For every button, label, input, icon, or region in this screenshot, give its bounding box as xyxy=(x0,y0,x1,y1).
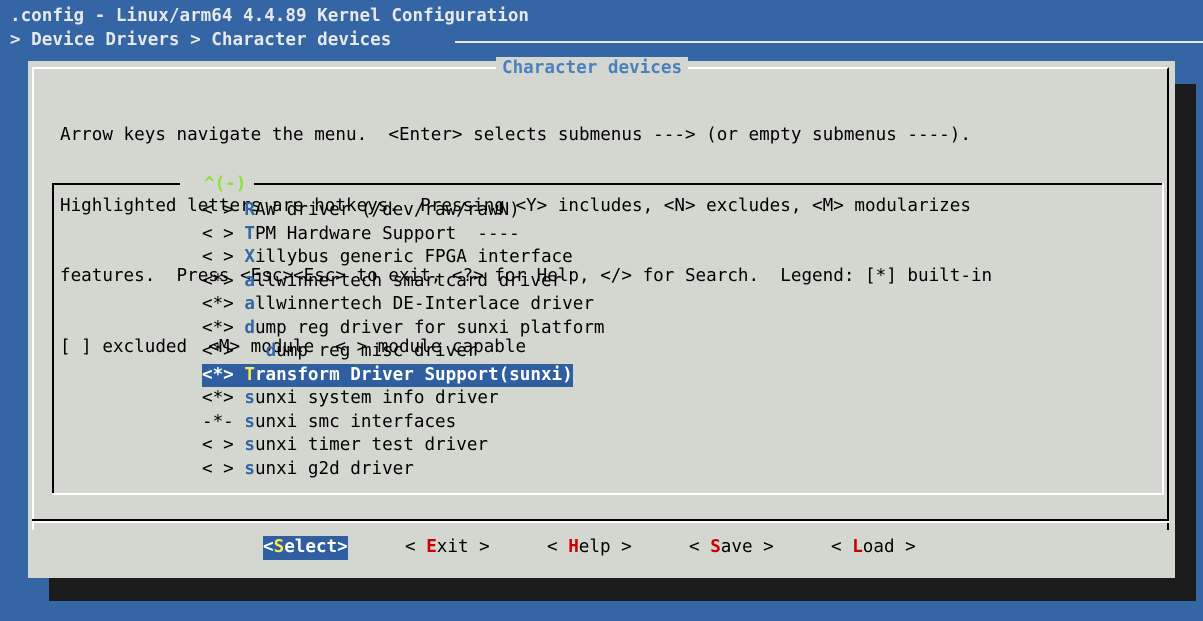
item-state: <*> xyxy=(202,388,245,408)
item-state: <*> xyxy=(202,294,245,314)
item-state: < > xyxy=(202,247,245,267)
item-hotkey: X xyxy=(244,247,255,267)
item-hotkey: s xyxy=(244,411,255,432)
save-button[interactable]: < Save > xyxy=(689,536,774,560)
list-border-left xyxy=(52,183,54,495)
item-label: illybus generic FPGA interface xyxy=(254,247,573,267)
item-label: llwinnertech smartcard driver xyxy=(254,270,563,291)
menu-item-dump-reg[interactable]: <*> dump reg driver for sunxi platform xyxy=(202,317,605,341)
item-state: <*> xyxy=(202,270,245,291)
item-hotkey: R xyxy=(244,200,255,220)
item-label: PM Hardware Support ---- xyxy=(254,223,520,244)
item-label: ransform Driver Support(sunxi) xyxy=(254,364,573,385)
button-hotkey: L xyxy=(852,537,863,557)
button-bracket: < xyxy=(689,537,711,557)
item-label: AW driver (/dev/raw/rawN) xyxy=(254,200,520,220)
item-state: -*- xyxy=(202,411,245,432)
item-label: ump reg misc driver xyxy=(276,341,478,361)
item-state: <*> xyxy=(202,317,245,338)
menu-item-tpm-hardware[interactable]: < > TPM Hardware Support ---- xyxy=(202,223,520,247)
button-bracket: < xyxy=(263,537,274,557)
button-hotkey: H xyxy=(568,537,579,557)
item-label: ump reg driver for sunxi platform xyxy=(254,317,605,338)
button-label: xit > xyxy=(436,537,490,557)
list-border-bottom xyxy=(52,493,1164,495)
item-hotkey: a xyxy=(244,270,255,291)
breadcrumb: > Device Drivers > Character devices xyxy=(10,30,392,50)
menu-item-smc-interfaces[interactable]: -*- sunxi smc interfaces xyxy=(202,411,456,435)
item-hotkey: s xyxy=(244,388,255,408)
window-title: .config - Linux/arm64 4.4.89 Kernel Conf… xyxy=(10,6,530,26)
breadcrumb-rule xyxy=(455,41,1203,43)
menu-item-timer-test[interactable]: < > sunxi timer test driver xyxy=(202,434,488,458)
item-state: < > xyxy=(202,223,245,244)
load-button[interactable]: < Load > xyxy=(831,536,916,560)
item-state: < > xyxy=(202,200,245,220)
button-bracket: < xyxy=(405,537,427,557)
scroll-up-indicator[interactable]: ^(-) xyxy=(204,173,247,197)
menu-item-dump-reg-misc[interactable]: <*> dump reg misc driver xyxy=(202,340,477,364)
menu-item-system-info[interactable]: <*> sunxi system info driver xyxy=(202,387,499,411)
list-border-top xyxy=(254,183,1164,185)
button-label: elect> xyxy=(284,537,348,557)
button-hotkey: E xyxy=(426,537,437,557)
button-label: elp > xyxy=(578,537,632,557)
item-hotkey: s xyxy=(244,435,255,455)
button-label: ave > xyxy=(720,537,774,557)
item-label: unxi system info driver xyxy=(254,388,499,408)
item-state: < > xyxy=(202,458,245,479)
button-label: oad > xyxy=(862,537,916,557)
help-button[interactable]: < Help > xyxy=(547,536,632,560)
menuconfig-screen: { "window": { "title": ".config - Linux/… xyxy=(0,0,1203,621)
select-button[interactable]: <Select> xyxy=(263,536,348,560)
list-border-top xyxy=(52,183,180,185)
exit-button[interactable]: < Exit > xyxy=(405,536,490,560)
menu-item-g2d-driver[interactable]: < > sunxi g2d driver xyxy=(202,458,414,482)
list-border-right xyxy=(1162,183,1164,495)
item-hotkey: T xyxy=(244,364,255,385)
item-label: unxi timer test driver xyxy=(254,435,489,455)
item-label: unxi smc interfaces xyxy=(254,411,457,432)
item-hotkey: d xyxy=(244,317,255,338)
menu-item-smartcard[interactable]: <*> allwinnertech smartcard driver xyxy=(202,270,562,294)
item-hotkey: T xyxy=(244,223,255,244)
item-hotkey: a xyxy=(244,294,255,314)
item-state: <*> xyxy=(202,341,266,361)
button-separator-highlight xyxy=(32,521,1169,523)
item-state: < > xyxy=(202,435,245,455)
button-hotkey: S xyxy=(710,537,721,557)
menu-item-xillybus[interactable]: < > Xillybus generic FPGA interface xyxy=(202,246,573,270)
button-bracket: < xyxy=(831,537,853,557)
item-label: unxi g2d driver xyxy=(254,458,414,479)
button-bracket: < xyxy=(547,537,569,557)
item-label: llwinnertech DE-Interlace driver xyxy=(254,294,594,314)
menu-item-raw-driver[interactable]: < > RAW driver (/dev/raw/rawN) xyxy=(202,199,520,223)
help-line: Arrow keys navigate the menu. <Enter> se… xyxy=(60,125,971,145)
item-state: <*> xyxy=(202,364,245,385)
menu-item-de-interlace[interactable]: <*> allwinnertech DE-Interlace driver xyxy=(202,293,594,317)
button-hotkey: S xyxy=(273,537,285,557)
item-hotkey: s xyxy=(244,458,255,479)
item-hotkey: d xyxy=(265,341,277,361)
character-devices-dialog: Character devices Arrow keys navigate th… xyxy=(28,57,1175,578)
menu-item-transform-driver[interactable]: <*> Transform Driver Support(sunxi) xyxy=(202,363,573,387)
menu-list[interactable]: ^(-) < > RAW driver (/dev/raw/rawN) < > … xyxy=(52,173,1164,495)
